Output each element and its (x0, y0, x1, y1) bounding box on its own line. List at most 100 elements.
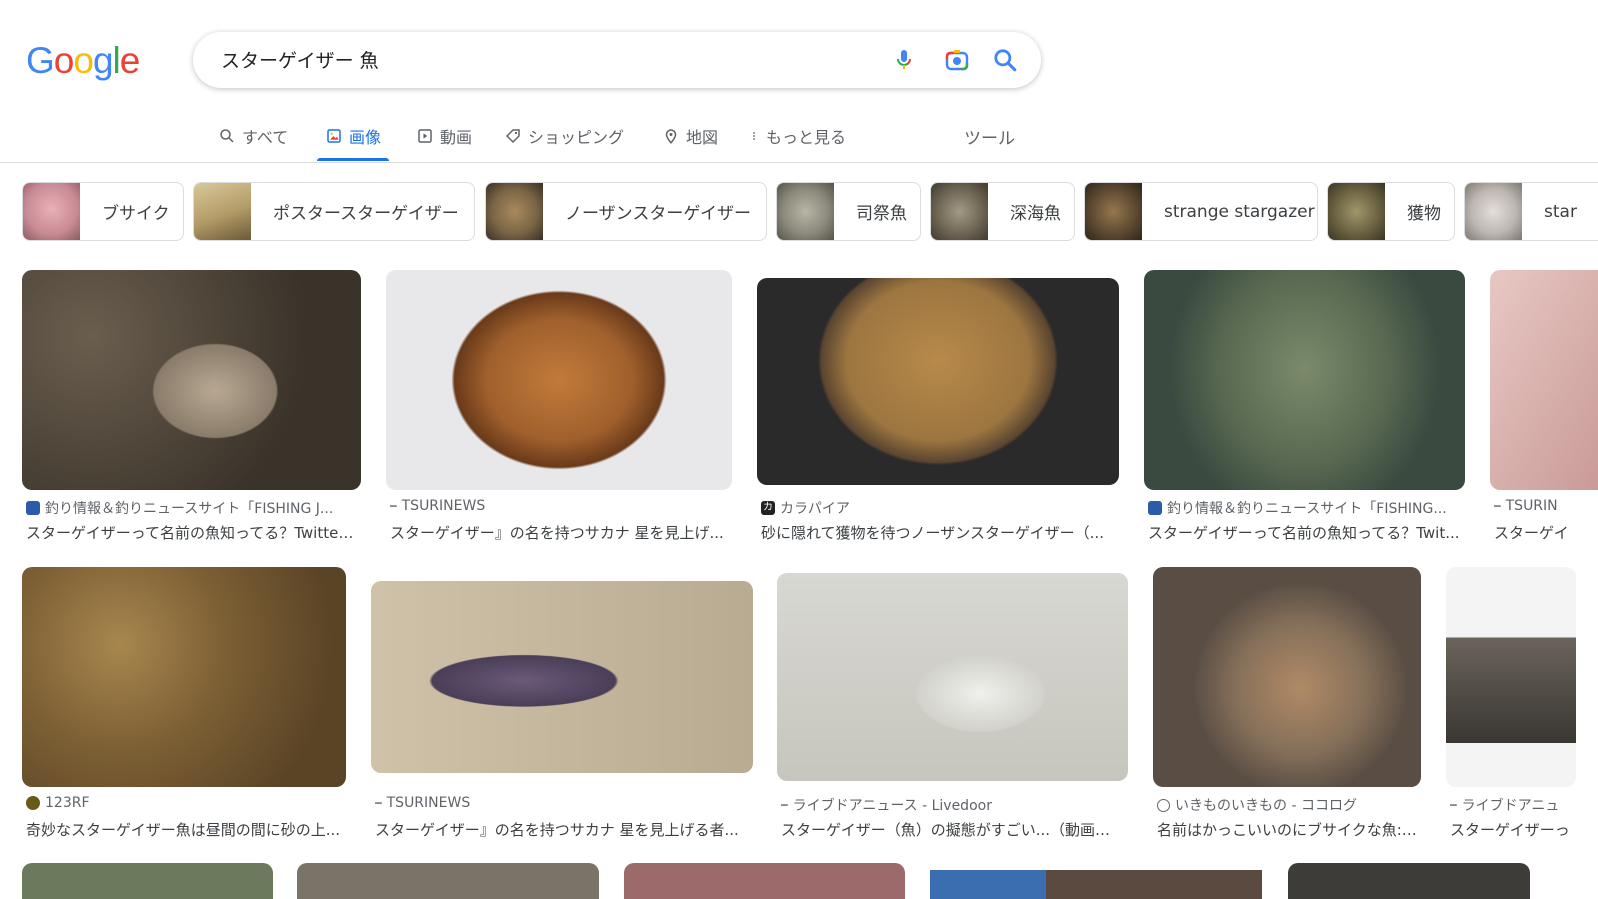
image-result[interactable]: 釣り情報＆釣りニュースサイト「FISHING J... スターゲイザーって名前の… (22, 270, 361, 550)
result-image (22, 270, 361, 490)
logo-letter: o (73, 40, 94, 81)
chip-label: star (1544, 201, 1577, 222)
chip-thumbnail (1085, 183, 1142, 240)
result-image (371, 581, 753, 773)
result-source-text: カラパイア (780, 501, 850, 517)
chip-label: 深海魚 (1010, 204, 1061, 224)
lens-search-button[interactable] (943, 46, 971, 74)
result-source-text: ライブドアニュ (1461, 798, 1560, 814)
result-title: スターゲイザーっ (1450, 821, 1570, 839)
search-input[interactable] (219, 32, 863, 90)
result-title: 奇妙なスターゲイザー魚は昼間の間に砂の上... (26, 821, 341, 839)
chip-thumbnail (931, 183, 988, 240)
result-source-text: 釣り情報＆釣りニュースサイト「FISHING... (1167, 501, 1447, 517)
result-title: スターゲイ (1494, 524, 1569, 542)
image-result[interactable]: ━ TSURINEWS スターゲイザー』の名を持つサカナ 星を見上げ... (386, 270, 732, 550)
google-logo[interactable]: Google (26, 40, 140, 82)
site-favicon (1157, 798, 1170, 812)
image-result[interactable] (1288, 863, 1530, 899)
image-result[interactable]: ━ ライブドアニュース - Livedoor スターゲイザー（魚）の擬態がすごい.… (777, 567, 1128, 847)
result-source-text: 釣り情報＆釣りニュースサイト「FISHING J... (45, 501, 334, 517)
image-result[interactable] (22, 863, 273, 899)
site-favicon: ━ (781, 798, 788, 812)
related-chip[interactable]: 深海魚 (930, 182, 1075, 241)
microphone-icon (897, 50, 912, 69)
site-favicon (26, 796, 40, 810)
chip-thumbnail (486, 183, 543, 240)
tab-maps[interactable]: 地図 (662, 112, 718, 160)
tab-videos[interactable]: 動画 (416, 112, 472, 160)
image-result[interactable] (930, 870, 1262, 899)
chip-label: 獲物 (1407, 204, 1441, 224)
related-chip[interactable]: ノーザンスターゲイザー (485, 182, 767, 241)
related-chip[interactable]: ポスタースターゲイザー (193, 182, 475, 241)
tab-label: 画像 (349, 128, 382, 147)
result-source: いきものいきもの - ココログ (1157, 795, 1417, 815)
site-favicon: ━ (375, 796, 382, 810)
site-favicon: カ (761, 501, 775, 515)
image-result[interactable]: ━ ライブドアニュ スターゲイザーっ (1446, 567, 1598, 847)
tab-label: もっと見る (766, 128, 847, 147)
result-image (757, 278, 1119, 485)
search-icon (220, 129, 234, 143)
result-title: スターゲイザー』の名を持つサカナ 星を見上げる者... (375, 821, 739, 839)
result-image (22, 567, 346, 787)
voice-search-button[interactable] (890, 46, 918, 74)
tab-shopping[interactable]: ショッピング (504, 112, 624, 160)
logo-letter: G (26, 40, 55, 81)
image-result[interactable]: ━ TSURINEWS スターゲイザー』の名を持つサカナ 星を見上げる者... (371, 567, 753, 847)
search-submit-button[interactable] (991, 46, 1019, 74)
result-source: 123RF (26, 795, 342, 811)
chip-thumbnail (23, 183, 80, 240)
result-source: 釣り情報＆釣りニュースサイト「FISHING... (1148, 498, 1460, 518)
result-title: スターゲイザー』の名を持つサカナ 星を見上げ... (390, 524, 724, 542)
image-result[interactable] (624, 863, 905, 899)
related-chip[interactable]: 司祭魚 (776, 182, 921, 241)
image-result[interactable]: カカラパイア 砂に隠れて獲物を待つノーザンスターゲイザー（... (757, 270, 1119, 550)
search-tabs: すべて 画像 動画 ショッピング 地図 もっと見る ツール (0, 112, 1598, 163)
more-vert-icon (753, 132, 755, 140)
tab-all[interactable]: すべて (218, 112, 288, 160)
chip-label: ノーザンスターゲイザー (565, 204, 751, 224)
result-source: ━ ライブドアニュ (1450, 795, 1598, 815)
image-icon (327, 129, 341, 143)
result-source-text: ライブドアニュース - Livedoor (792, 798, 992, 814)
chip-thumbnail (194, 183, 251, 240)
logo-letter: g (92, 40, 114, 81)
related-chip[interactable]: ブサイク (22, 182, 184, 241)
tools-label: ツール (964, 128, 1015, 149)
result-image (1153, 567, 1421, 787)
result-title: 名前はかっこいいのにブサイクな魚: ... (1157, 821, 1417, 839)
result-title: スターゲイザー（魚）の擬態がすごい...（動画） ... (781, 821, 1123, 839)
tag-icon (505, 129, 520, 144)
chip-label: ブサイク (102, 204, 170, 224)
chip-label: strange stargazer (1164, 201, 1315, 222)
related-chip[interactable]: strange stargazer (1084, 182, 1318, 241)
search-icon (994, 49, 1017, 72)
result-source: 釣り情報＆釣りニュースサイト「FISHING J... (26, 498, 356, 518)
result-image (1446, 567, 1576, 787)
image-result[interactable]: いきものいきもの - ココログ 名前はかっこいいのにブサイクな魚: ... (1153, 567, 1421, 847)
tools-button[interactable]: ツール (964, 112, 1015, 160)
image-result[interactable]: 釣り情報＆釣りニュースサイト「FISHING... スターゲイザーって名前の魚知… (1144, 270, 1465, 550)
image-result[interactable] (297, 863, 599, 899)
image-result[interactable]: ━ TSURIN スターゲイ (1490, 270, 1598, 550)
logo-letter: o (53, 40, 75, 81)
chip-thumbnail (777, 183, 834, 240)
image-result[interactable]: 123RF 奇妙なスターゲイザー魚は昼間の間に砂の上... (22, 567, 346, 847)
site-favicon (26, 501, 40, 515)
video-icon (418, 129, 432, 143)
related-chip[interactable]: star (1464, 182, 1598, 241)
result-title: スターゲイザーって名前の魚知ってる？Twitter... (26, 524, 356, 542)
result-image (1144, 270, 1465, 490)
result-source: ━ TSURINEWS (390, 498, 726, 514)
tab-images[interactable]: 画像 (316, 112, 390, 161)
site-favicon: ━ (1494, 499, 1501, 513)
chip-label: ポスタースターゲイザー (273, 204, 459, 224)
result-source-text: TSURINEWS (386, 795, 471, 811)
tab-more[interactable]: もっと見る (748, 112, 846, 160)
result-image (777, 573, 1128, 781)
chip-thumbnail (1328, 183, 1385, 240)
site-favicon: ━ (390, 499, 397, 513)
related-chip[interactable]: 獲物 (1327, 182, 1455, 241)
